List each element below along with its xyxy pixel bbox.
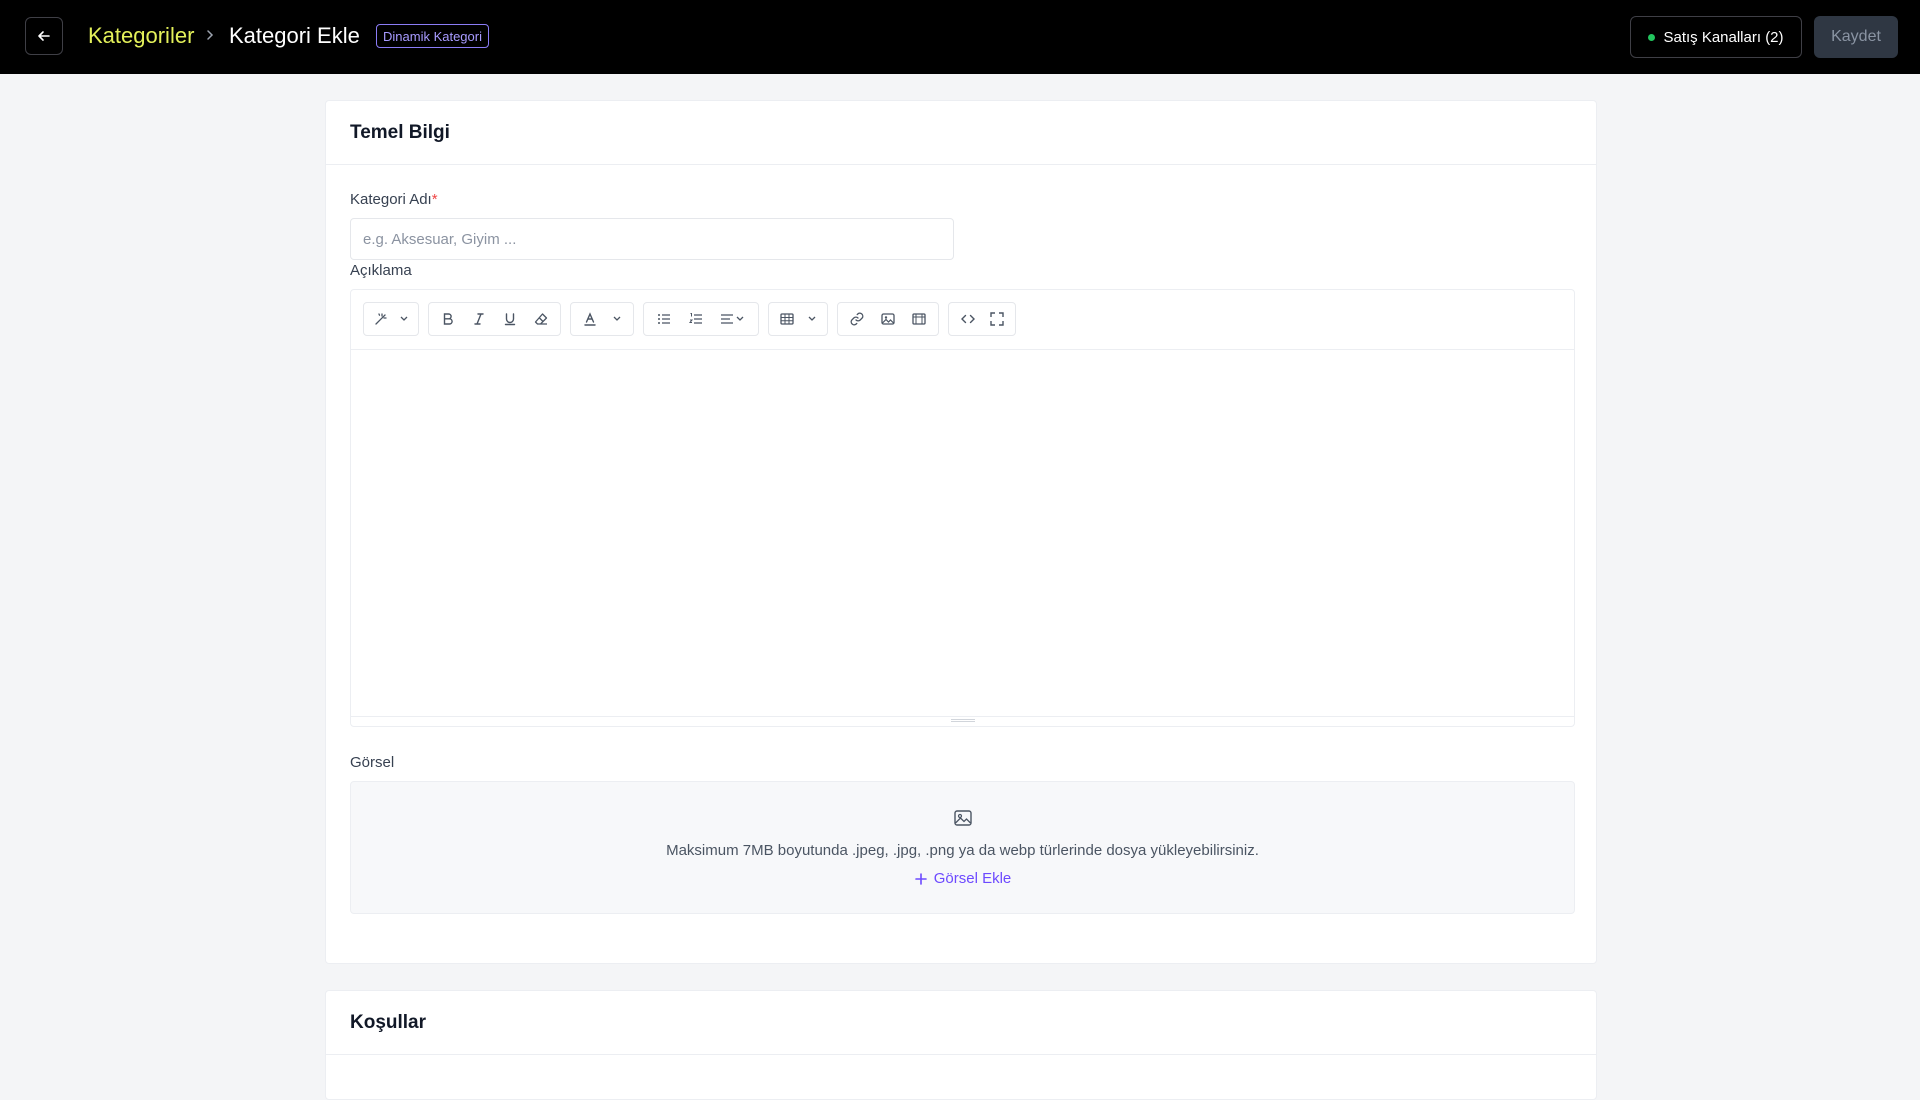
- dynamic-category-badge: Dinamik Kategori: [376, 24, 489, 48]
- align-icon[interactable]: [712, 304, 752, 334]
- magic-icon[interactable]: [368, 304, 394, 334]
- required-mark: *: [431, 191, 438, 208]
- editor-resize-handle[interactable]: [351, 716, 1574, 726]
- category-name-input[interactable]: [350, 218, 954, 260]
- save-button[interactable]: Kaydet: [1814, 16, 1898, 58]
- image-upload-area[interactable]: Maksimum 7MB boyutunda .jpeg, .jpg, .png…: [350, 781, 1575, 914]
- resize-grip-icon: [951, 719, 975, 722]
- image-label: Görsel: [350, 754, 395, 771]
- chevron-right-icon: [205, 25, 219, 45]
- editor-toolbar: [351, 290, 1574, 350]
- sales-channels-label: Satış Kanalları (2): [1663, 28, 1784, 46]
- fullscreen-icon[interactable]: [982, 304, 1011, 334]
- arrow-left-icon: [38, 31, 50, 41]
- numbered-list-icon[interactable]: [680, 304, 712, 334]
- link-icon[interactable]: [842, 304, 873, 334]
- toolbar-group-view: [948, 302, 1016, 336]
- chevron-down-icon[interactable]: [606, 304, 629, 334]
- add-image-link[interactable]: Görsel Ekle: [351, 870, 1574, 887]
- plus-icon: [914, 872, 927, 885]
- image-icon[interactable]: [873, 304, 904, 334]
- basic-info-card: Temel Bilgi Kategori Adı* Açıklama: [325, 100, 1597, 964]
- toolbar-group-paragraph: [643, 302, 759, 336]
- back-button[interactable]: [25, 17, 63, 55]
- italic-icon[interactable]: [464, 304, 495, 334]
- category-name-label: Kategori Adı*: [350, 191, 438, 208]
- category-name-label-text: Kategori Adı: [350, 191, 432, 208]
- basic-info-title: Temel Bilgi: [326, 101, 1596, 165]
- bullet-list-icon[interactable]: [648, 304, 680, 334]
- toolbar-group-table: [768, 302, 828, 336]
- breadcrumb-categories-link[interactable]: Kategoriler: [88, 23, 194, 49]
- table-icon[interactable]: [773, 304, 801, 334]
- bold-icon[interactable]: [433, 304, 464, 334]
- chevron-down-icon[interactable]: [394, 304, 414, 334]
- underline-icon[interactable]: [495, 304, 526, 334]
- video-icon[interactable]: [903, 304, 934, 334]
- toolbar-group-style: [363, 302, 419, 336]
- description-label: Açıklama: [350, 262, 412, 279]
- upload-hint-text: Maksimum 7MB boyutunda .jpeg, .jpg, .png…: [666, 842, 1259, 859]
- code-view-icon[interactable]: [953, 304, 982, 334]
- toolbar-group-format: [428, 302, 561, 336]
- editor-content-area[interactable]: [351, 350, 1574, 716]
- toolbar-group-color: [570, 302, 634, 336]
- toolbar-group-insert: [837, 302, 939, 336]
- status-dot-icon: [1648, 33, 1656, 41]
- add-image-label: Görsel Ekle: [933, 870, 1012, 887]
- image-placeholder-icon: [953, 808, 973, 833]
- rich-text-editor: [350, 289, 1575, 727]
- font-color-icon[interactable]: [575, 304, 606, 334]
- eraser-icon[interactable]: [525, 304, 556, 334]
- top-bar: Kategoriler Kategori Ekle Dinamik Katego…: [0, 0, 1920, 74]
- conditions-card: Koşullar: [325, 990, 1597, 1100]
- sales-channels-button[interactable]: Satış Kanalları (2): [1630, 16, 1802, 58]
- chevron-down-icon[interactable]: [801, 304, 823, 334]
- conditions-title: Koşullar: [326, 991, 1596, 1055]
- page-title: Kategori Ekle: [229, 23, 360, 48]
